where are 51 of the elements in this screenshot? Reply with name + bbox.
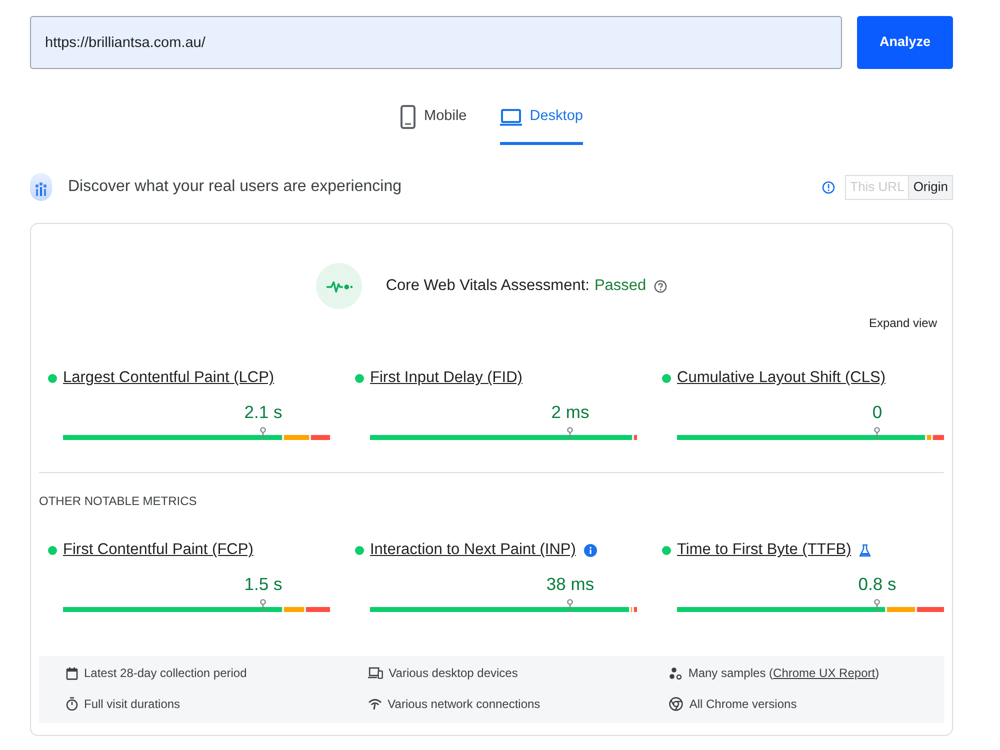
section-label: OTHER NOTABLE METRICS bbox=[39, 494, 198, 508]
stopwatch-icon bbox=[66, 697, 78, 711]
info-text: Full visit durations bbox=[84, 696, 180, 713]
metric-link[interactable]: First Input Delay (FID) bbox=[370, 366, 522, 390]
laptop-icon bbox=[500, 108, 522, 126]
assessment-label: Core Web Vitals Assessment: bbox=[386, 276, 590, 296]
calendar-icon bbox=[66, 666, 78, 680]
wifi-icon bbox=[368, 698, 382, 710]
metric-value: 0.8 s bbox=[858, 573, 896, 596]
needs-improvement-segment bbox=[284, 607, 304, 612]
needs-improvement-segment bbox=[887, 607, 916, 612]
section-heading: Discover what your real users are experiencing bbox=[68, 177, 402, 197]
marker-icon bbox=[260, 599, 267, 612]
help-icon bbox=[654, 280, 668, 292]
needs-improvement-segment bbox=[284, 435, 310, 440]
device-tab[interactable]: Mobile bbox=[400, 105, 467, 145]
device-tab[interactable]: Desktop bbox=[500, 105, 583, 145]
marker-icon bbox=[874, 427, 881, 440]
info-text: Various network connections bbox=[388, 696, 540, 713]
metric-value: 1.5 s bbox=[244, 573, 282, 596]
info-text: Various desktop devices bbox=[388, 665, 518, 682]
info-text: Many samples (Chrome UX Report) bbox=[688, 665, 880, 682]
marker-icon bbox=[874, 599, 881, 612]
dots-icon bbox=[669, 666, 682, 680]
metric-link[interactable]: First Contentful Paint (FCP) bbox=[63, 538, 254, 562]
needs-improvement-segment bbox=[927, 435, 932, 440]
marker-icon bbox=[566, 599, 574, 612]
url-field[interactable]: https://brilliantsa.com.au/ bbox=[30, 16, 842, 69]
alert-icon bbox=[822, 180, 836, 194]
metric-value: 0 bbox=[872, 401, 882, 424]
info-text: All Chrome versions bbox=[689, 696, 797, 713]
report-link[interactable]: Chrome UX Report bbox=[773, 666, 876, 680]
browser-icon bbox=[669, 697, 684, 711]
metric-link[interactable]: Interaction to Next Paint (INP) bbox=[370, 538, 576, 562]
metric-link[interactable]: Time to First Byte (TTFB) bbox=[677, 538, 852, 562]
devices-icon bbox=[368, 667, 383, 679]
metric-link[interactable]: Cumulative Layout Shift (CLS) bbox=[677, 366, 886, 390]
metric-link[interactable]: Largest Contentful Paint (LCP) bbox=[63, 366, 274, 390]
pulse-icon bbox=[316, 263, 362, 309]
metric-value: 2.1 s bbox=[244, 401, 282, 424]
assessment-status: Passed bbox=[594, 276, 646, 296]
scope-toggle[interactable]: Origin bbox=[909, 174, 953, 200]
marker-icon bbox=[260, 427, 267, 440]
info-text: Latest 28-day collection period bbox=[84, 665, 247, 682]
expand-view-button[interactable]: Expand view bbox=[868, 316, 937, 331]
marker-icon bbox=[566, 427, 574, 440]
metric-value: 38 ms bbox=[546, 573, 594, 596]
bar-chart-icon bbox=[30, 173, 52, 201]
metric-value: 2 ms bbox=[551, 401, 590, 424]
analyze-button[interactable]: Analyze bbox=[857, 16, 953, 69]
phone-icon bbox=[400, 105, 416, 129]
